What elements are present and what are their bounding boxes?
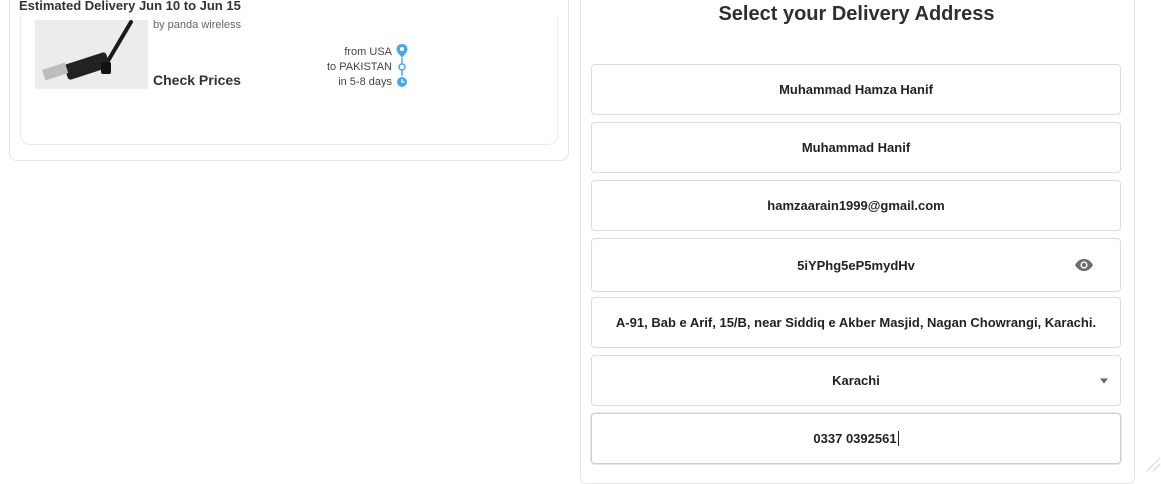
father-name-field[interactable]: Muhammad Hanif <box>591 122 1121 173</box>
phone-field[interactable]: 0337 0392561 <box>591 413 1121 464</box>
page-title: Select your Delivery Address <box>718 3 995 25</box>
estimated-delivery-text: Estimated Delivery Jun 10 to Jun 15 <box>19 0 241 13</box>
check-prices-link[interactable]: Check Prices <box>153 72 241 88</box>
text-cursor <box>897 431 899 446</box>
email-field[interactable]: hamzaarain1999@gmail.com <box>591 180 1121 231</box>
shipping-route: from USA to PAKISTAN in 5-8 days <box>300 45 392 90</box>
product-image <box>35 20 148 89</box>
email-value: hamzaarain1999@gmail.com <box>767 198 945 213</box>
route-timeline-icons <box>396 44 408 87</box>
full-name-field[interactable]: Muhammad Hamza Hanif <box>591 64 1121 115</box>
route-from: from USA <box>344 46 392 58</box>
city-value: Karachi <box>832 373 880 388</box>
product-vendor: by panda wireless <box>153 19 242 31</box>
eye-icon[interactable] <box>1074 258 1094 272</box>
map-pin-icon <box>396 44 408 58</box>
route-to: to PAKISTAN <box>326 61 392 73</box>
clock-icon <box>397 77 407 87</box>
address-value: A-91, Bab e Arif, 15/B, near Siddiq e Ak… <box>615 315 1097 330</box>
password-value: 5iYPhg5eP5mydHv <box>797 257 915 273</box>
address-field[interactable]: A-91, Bab e Arif, 15/B, near Siddiq e Ak… <box>591 297 1121 348</box>
resize-handle-icon[interactable] <box>1143 454 1161 472</box>
chevron-down-icon[interactable] <box>1100 378 1108 383</box>
father-name-value: Muhammad Hanif <box>801 140 911 155</box>
password-field[interactable]: 5iYPhg5eP5mydHv <box>591 238 1121 292</box>
city-select[interactable]: Karachi <box>591 355 1121 406</box>
full-name-value: Muhammad Hamza Hanif <box>779 82 933 97</box>
phone-value: 0337 0392561 <box>813 431 897 446</box>
route-midpoint-icon <box>398 63 406 71</box>
route-duration: in 5-8 days <box>338 76 392 88</box>
